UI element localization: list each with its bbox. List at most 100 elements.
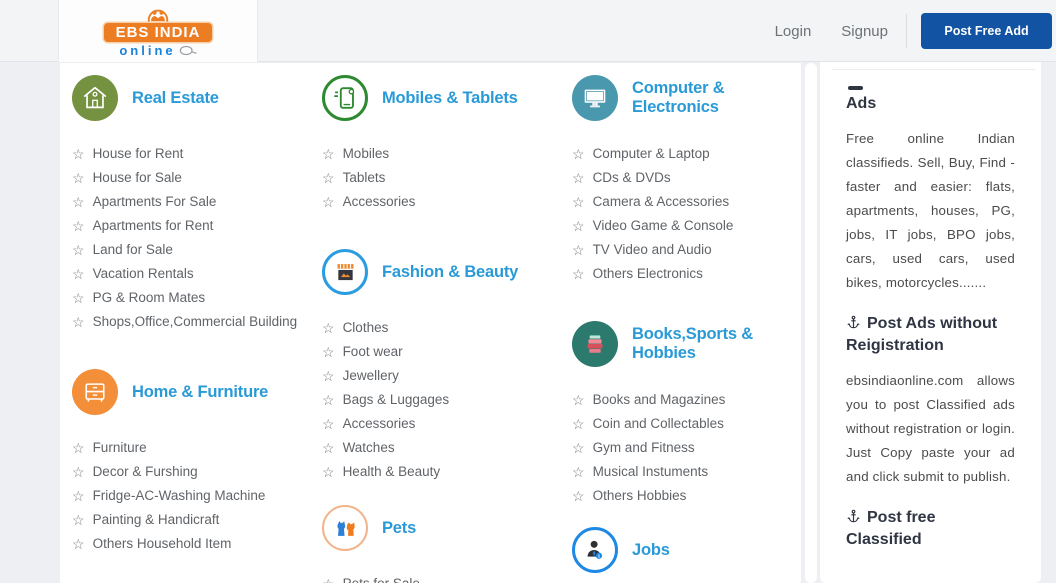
star-icon: ☆ [72,266,85,282]
category-header[interactable]: Books,Sports & Hobbies [572,321,801,367]
star-icon: ☆ [572,170,585,186]
category-item-label: Painting & Handicraft [92,512,220,527]
star-icon: ☆ [322,392,335,408]
categories-panel: Real Estate ☆ House for Rent ☆ House for Sa… [60,63,801,583]
category-pets: Pets ☆ Pets for Sale [322,505,559,583]
category-item[interactable]: ☆ Accessories [322,417,559,432]
scrollbar-track[interactable] [805,63,817,583]
category-item[interactable]: ☆ Others Electronics [572,266,801,282]
site-logo[interactable]: EBS INDIA online [58,0,258,62]
signup-link[interactable]: Signup [841,23,888,40]
category-item-label: Land for Sale [92,242,173,257]
category-item[interactable]: ☆ Coin and Collectables [572,417,801,432]
category-title[interactable]: Computer & Electronics [632,79,801,117]
category-header[interactable]: Real Estate [72,75,309,121]
category-items: ☆ Furniture ☆ Decor & Furshing ☆ Fridge-AC-Wa… [72,441,309,552]
category-item[interactable]: ☆ Gym and Fitness [572,440,801,456]
category-item[interactable]: ☆ TV Video and Audio [572,242,801,258]
category-items: ☆ Clothes ☆ Foot wear ☆ Jewellery ☆ Bags & Lugg… [322,320,559,480]
category-column-3: Computer & Electronics ☆ Computer & Lapto… [572,75,801,583]
category-item[interactable]: ☆ Watches [322,440,559,456]
category-item-label: Fridge-AC-Washing Machine [92,488,266,503]
category-item-label: Vacation Rentals [92,266,194,281]
category-item-label: Apartments For Sale [92,194,217,209]
house-icon [72,75,118,121]
star-icon: ☆ [72,242,85,258]
storefront-icon [322,249,368,295]
category-header[interactable]: i Jobs [572,527,801,573]
star-icon: ☆ [72,218,85,234]
category-item[interactable]: ☆ Bags & Luggages [322,392,559,408]
category-header[interactable]: Mobiles & Tablets [322,75,559,121]
category-item-label: Jewellery [342,368,399,383]
category-header[interactable]: Computer & Electronics [572,75,801,121]
category-item[interactable]: ☆ Jewellery [322,368,559,384]
login-link[interactable]: Login [775,23,812,40]
star-icon: ☆ [572,440,585,456]
mobile-icon [322,75,368,121]
category-item[interactable]: ☆ Land for Sale [72,242,309,258]
category-item[interactable]: ☆ Others Hobbies [572,488,801,504]
category-items: ☆ Books and Magazines ☆ Coin and Collectabl… [572,393,801,504]
category-item-label: Watches [342,440,395,455]
category-item[interactable]: ☆ PG & Room Mates [72,290,309,306]
category-item[interactable]: ☆ Decor & Furshing [72,464,309,480]
anchor-icon [847,315,860,329]
category-item-label: TV Video and Audio [592,242,712,257]
category-item-label: PG & Room Mates [92,290,206,305]
star-icon: ☆ [572,242,585,258]
category-item[interactable]: ☆ Furniture [72,441,309,456]
category-title[interactable]: Pets [382,519,416,538]
category-item[interactable]: ☆ Video Game & Console [572,219,801,234]
category-item[interactable]: ☆ Camera & Accessories [572,195,801,210]
category-item[interactable]: ☆ CDs & DVDs [572,170,801,186]
category-header[interactable]: Home & Furniture [72,369,309,415]
star-icon: ☆ [322,146,335,162]
category-item[interactable]: ☆ Apartments for Rent [72,218,309,234]
category-item[interactable]: ☆ Health & Beauty [322,465,559,480]
logo-text: EBS INDIA [103,22,213,42]
category-title[interactable]: Books,Sports & Hobbies [632,325,801,363]
category-item-label: Tablets [342,170,386,185]
star-icon: ☆ [572,266,585,282]
star-icon: ☆ [72,194,85,210]
category-item-label: Accessories [342,194,416,209]
category-item[interactable]: ☆ Tablets [322,170,559,186]
category-item-label: House for Rent [92,146,184,161]
category-header[interactable]: Pets [322,505,559,551]
category-item[interactable]: ☆ Foot wear [322,345,559,360]
category-item[interactable]: ☆ House for Rent [72,146,309,162]
star-icon: ☆ [322,170,335,186]
category-title[interactable]: Fashion & Beauty [382,263,518,282]
category-title[interactable]: Mobiles & Tablets [382,89,518,108]
star-icon: ☆ [572,488,585,504]
category-title[interactable]: Jobs [632,541,670,560]
post-free-add-button[interactable]: Post Free Add [921,13,1052,49]
category-item[interactable]: ☆ Apartments For Sale [72,194,309,210]
category-item-label: House for Sale [92,170,182,185]
category-item-label: Gym and Fitness [592,440,695,455]
category-fashion-beauty: Fashion & Beauty ☆ Clothes ☆ Foot wear ☆ Jewe… [322,249,559,479]
category-item[interactable]: ☆ Painting & Handicraft [72,512,309,528]
category-title[interactable]: Home & Furniture [132,383,268,402]
category-item[interactable]: ☆ Books and Magazines [572,393,801,408]
category-item-label: Pets for Sale [343,577,420,583]
category-item[interactable]: ☆ Fridge-AC-Washing Machine [72,488,309,504]
category-item[interactable]: ☆ Clothes [322,320,559,336]
star-icon: ☆ [322,577,335,583]
category-item[interactable]: ☆ Others Household Item [72,536,309,552]
category-item[interactable]: ☆ Musical Instuments [572,465,801,480]
category-item[interactable]: ☆ Vacation Rentals [72,266,309,282]
category-item-label: Others Household Item [92,536,232,551]
category-item[interactable]: ☆ Mobiles [322,146,559,162]
star-icon: ☆ [322,320,335,336]
category-item[interactable]: ☆ Shops,Office,Commercial Building [72,315,309,330]
category-header[interactable]: Fashion & Beauty [322,249,559,295]
category-title[interactable]: Real Estate [132,89,219,108]
category-item[interactable]: ☆ Pets for Sale [322,577,559,583]
category-item[interactable]: ☆ Computer & Laptop [572,147,801,162]
category-item[interactable]: ☆ House for Sale [72,170,309,186]
category-item[interactable]: ☆ Accessories [322,194,559,210]
category-item-label: Decor & Furshing [92,464,198,479]
monitor-icon [572,75,618,121]
